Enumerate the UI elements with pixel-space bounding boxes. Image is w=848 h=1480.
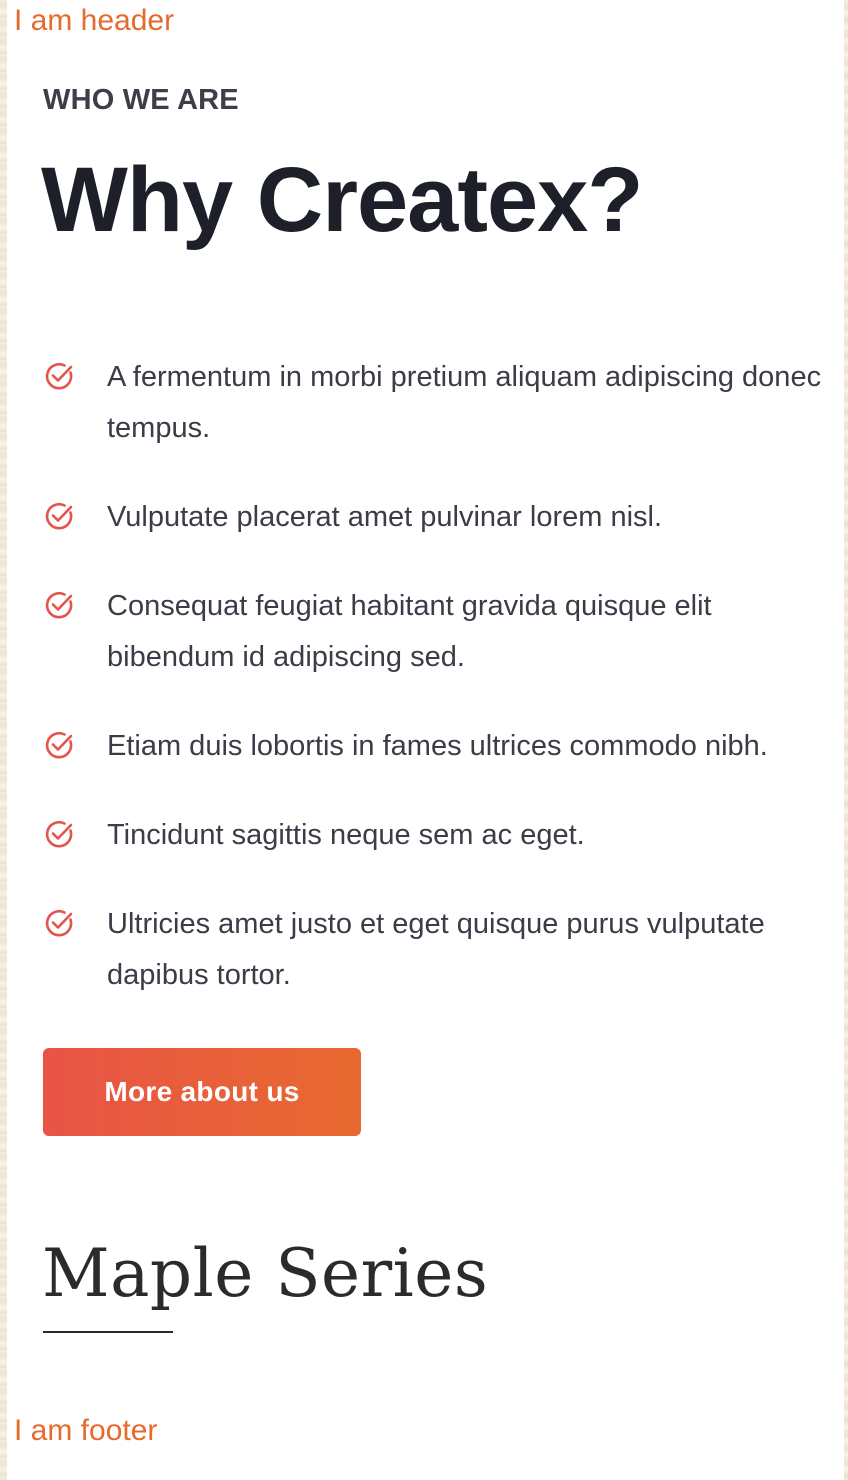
more-about-us-button[interactable]: More about us [43,1048,361,1136]
feature-item: Tincidunt sagittis neque sem ac eget. [43,810,833,861]
feature-text: Ultricies amet justo et eget quisque pur… [107,908,765,991]
feature-item: A fermentum in morbi pretium aliquam adi… [43,352,833,454]
feature-text: Consequat feugiat habitant gravida quisq… [107,590,712,673]
check-circle-icon [45,362,73,390]
series-title-underline [43,1331,173,1333]
feature-text: Vulputate placerat amet pulvinar lorem n… [107,501,663,533]
check-circle-icon [45,820,73,848]
section-eyebrow: WHO WE ARE [43,84,239,116]
header-placeholder: I am header [14,4,175,37]
series-title: Maple Series [42,1235,489,1312]
feature-text: A fermentum in morbi pretium aliquam adi… [107,361,822,444]
feature-item: Ultricies amet justo et eget quisque pur… [43,899,833,1001]
feature-text: Tincidunt sagittis neque sem ac eget. [107,819,585,851]
feature-item: Vulputate placerat amet pulvinar lorem n… [43,492,833,543]
feature-text: Etiam duis lobortis in fames ultrices co… [107,730,768,762]
check-circle-icon [45,591,73,619]
page-content: I am header WHO WE ARE Why Createx? A fe… [7,0,844,1480]
check-circle-icon [45,502,73,530]
feature-item: Etiam duis lobortis in fames ultrices co… [43,721,833,772]
check-circle-icon [45,909,73,937]
footer-placeholder: I am footer [14,1414,158,1447]
feature-list: A fermentum in morbi pretium aliquam adi… [43,352,833,1039]
check-circle-icon [45,731,73,759]
page-edge-right [844,0,848,1480]
section-title: Why Createx? [41,149,643,251]
feature-item: Consequat feugiat habitant gravida quisq… [43,581,833,683]
page-edge-left [0,0,7,1480]
